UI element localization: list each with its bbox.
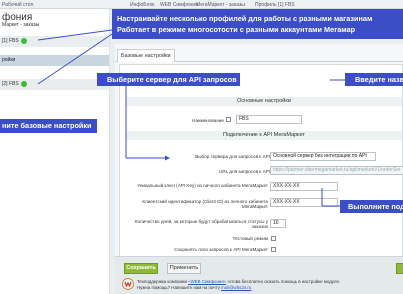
top-bar: Рабочий стол ИнфоБлок WEB Симфония МегаМ… xyxy=(0,0,403,9)
days-label: Количество дней, за которые будут обраба… xyxy=(134,219,268,229)
status-dot-icon xyxy=(20,37,27,44)
client-id-label: Клиентский идентификатор (Client ID) из … xyxy=(142,199,268,209)
sidebar-item-profile-1[interactable]: [1] FBS xyxy=(0,36,109,47)
name-input[interactable]: FBS xyxy=(236,115,302,124)
desktop-link[interactable]: Рабочий стол xyxy=(2,2,33,8)
save-logs-checkbox[interactable] xyxy=(271,247,276,252)
callout-connect: Выполните подк xyxy=(340,200,403,213)
company-link[interactable]: «WEB Симфония» xyxy=(188,279,226,284)
test-mode-checkbox[interactable] xyxy=(271,236,276,241)
callout-base-settings: ните базовые настройки xyxy=(0,119,97,133)
save-button[interactable]: Сохранить xyxy=(124,263,158,274)
name-label: Наименование xyxy=(192,118,224,123)
status-dot-icon xyxy=(20,80,27,87)
tab-base-settings[interactable]: Базовые настройки xyxy=(117,49,175,62)
breadcrumb-item[interactable]: ИнфоБлок xyxy=(130,2,154,8)
callout-server: Выберите сервер для API запросов xyxy=(97,73,240,86)
test-mode-label: Тестовый режим xyxy=(232,236,268,241)
section-main-settings: Основные настройки xyxy=(126,97,402,106)
right-action-button[interactable] xyxy=(396,263,403,274)
days-select[interactable]: 10 xyxy=(270,219,286,228)
server-label: Выбор сервера для запросов к API xyxy=(195,154,270,159)
save-logs-label: Сохранять логи запросов к API МегаМаркет xyxy=(174,247,268,252)
callout-profiles: Настраивайте несколько профилей для рабо… xyxy=(112,9,403,39)
url-label: URL для запросов к API xyxy=(219,169,270,174)
api-key-label: Уникальный ключ (API Key) из личного каб… xyxy=(137,183,268,188)
support-promo: Техподдержка компании «WEB Симфония» гот… xyxy=(137,279,341,290)
section-api-connection: Подключение к API МегаМаркет xyxy=(126,131,402,140)
breadcrumb-item[interactable]: МегаМаркет - заказы xyxy=(196,2,245,8)
sidebar-item-profile-2[interactable]: [2] FBS xyxy=(0,79,109,90)
breadcrumb-item[interactable]: WEB Симфония xyxy=(160,2,198,8)
api-key-input[interactable]: XXX-XX-XX xyxy=(270,182,338,191)
sidebar-item-settings[interactable]: ройки xyxy=(0,55,109,66)
server-select[interactable]: Основной сервер без интеграции по API xyxy=(270,152,376,161)
settings-form: Основные настройки Наименование FBS Подк… xyxy=(119,64,403,276)
tab-bar: Базовые настройки xyxy=(115,48,403,62)
form-footer: Сохранить Применить Техподдержка компани… xyxy=(115,256,403,294)
breadcrumb-item[interactable]: Профиль [1] FBS xyxy=(255,2,295,8)
callout-enter-name: Введите назв xyxy=(345,73,403,86)
name-checkbox[interactable] xyxy=(226,117,231,122)
apply-button[interactable]: Применить xyxy=(167,263,201,274)
email-link[interactable]: mail@wbs24.ru xyxy=(221,285,251,290)
sidebar-item[interactable] xyxy=(0,66,109,77)
url-input[interactable]: https://partner.sbermegamarket.ru/api/ma… xyxy=(270,166,403,175)
sidebar: фония Маркет - заказы [1] FBS ройки [2] … xyxy=(0,9,110,294)
client-id-input[interactable]: XXX-XX-XX xyxy=(270,198,338,207)
sidebar-item-orders[interactable]: Маркет - заказы xyxy=(0,20,109,31)
web-symphony-logo-icon xyxy=(122,278,134,290)
